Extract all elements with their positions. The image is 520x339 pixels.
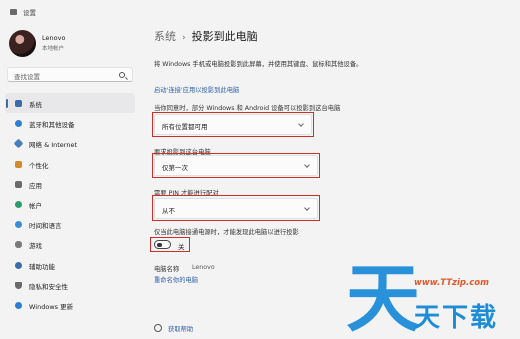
highlight-box bbox=[152, 153, 320, 178]
avatar[interactable] bbox=[9, 30, 36, 57]
sidebar-item-label: 系统 bbox=[29, 101, 42, 109]
pc-name-label: 电脑名称 bbox=[154, 266, 180, 273]
main-content: 系统 › 投影到此电脑 将 Windows 手机或电脑投影到此屏幕，并使用其键盘、鼠… bbox=[140, 22, 520, 339]
sidebar-item-label: 辅助功能 bbox=[29, 262, 55, 271]
rename-pc-link[interactable]: 重命名你的电脑 bbox=[154, 275, 198, 284]
breadcrumb: 系统 › 投影到此电脑 bbox=[154, 28, 258, 44]
apps-icon bbox=[15, 180, 22, 188]
brush-icon bbox=[15, 160, 22, 168]
search-icon[interactable] bbox=[119, 72, 125, 78]
bluetooth-icon bbox=[15, 120, 22, 128]
sidebar-item-gaming[interactable]: 游戏 bbox=[5, 234, 135, 254]
search-placeholder: 查找设置 bbox=[14, 73, 40, 81]
watermark-url: www.TTzip.com bbox=[414, 278, 489, 288]
sidebar-item-privacy[interactable]: 隐私和安全性 bbox=[5, 275, 135, 295]
sidebar-item-apps[interactable]: 应用 bbox=[5, 174, 135, 194]
power-discovery-label: 仅当此电脑接通电源时，才能发现此电脑以进行投影 bbox=[154, 229, 299, 236]
network-icon bbox=[13, 138, 24, 149]
watermark-text: 天下载 bbox=[414, 303, 499, 333]
gamepad-icon bbox=[15, 241, 22, 249]
sidebar: Lenovo 本地帐户 查找设置 系统 蓝牙和其他设备 网络 & Interne… bbox=[0, 22, 140, 339]
help-icon bbox=[154, 324, 162, 332]
sidebar-item-accounts[interactable]: 帐户 bbox=[5, 194, 135, 214]
sidebar-item-label: 游戏 bbox=[29, 242, 42, 251]
accessibility-icon bbox=[15, 261, 22, 269]
highlight-box bbox=[152, 195, 320, 221]
sidebar-item-personalization[interactable]: 个性化 bbox=[5, 154, 135, 174]
person-icon bbox=[15, 200, 22, 208]
breadcrumb-parent[interactable]: 系统 bbox=[154, 30, 176, 43]
highlight-box bbox=[152, 112, 314, 137]
shield-icon bbox=[15, 281, 22, 289]
page-title: 投影到此电脑 bbox=[191, 30, 258, 43]
update-icon bbox=[15, 301, 22, 309]
search-input[interactable]: 查找设置 bbox=[7, 67, 133, 82]
watermark-logo: 天 bbox=[346, 256, 420, 339]
pc-name-value: Lenovo bbox=[192, 264, 215, 271]
sidebar-item-label: 应用 bbox=[29, 181, 42, 190]
sidebar-item-accessibility[interactable]: 辅助功能 bbox=[5, 255, 135, 275]
sidebar-item-network[interactable]: 网络 & Internet bbox=[5, 133, 135, 153]
sidebar-item-bluetooth[interactable]: 蓝牙和其他设备 bbox=[5, 113, 135, 133]
title-bar: 设置 bbox=[0, 0, 520, 22]
sidebar-item-label: 个性化 bbox=[29, 161, 49, 170]
breadcrumb-separator: › bbox=[182, 33, 186, 43]
sidebar-item-label: 时间和语言 bbox=[29, 222, 62, 231]
monitor-icon bbox=[15, 100, 22, 107]
window-title: 设置 bbox=[23, 9, 36, 17]
sidebar-item-system[interactable]: 系统 bbox=[5, 93, 135, 114]
optional-feature-link[interactable]: 启动'连接'应用以投影到此电脑 bbox=[154, 85, 239, 94]
sidebar-item-label: Windows 更新 bbox=[29, 302, 74, 311]
sidebar-item-windows-update[interactable]: Windows 更新 bbox=[5, 295, 135, 315]
sidebar-item-label: 帐户 bbox=[29, 201, 42, 210]
sidebar-item-label: 隐私和安全性 bbox=[29, 282, 68, 291]
sidebar-nav: 系统 蓝牙和其他设备 网络 & Internet 个性化 应用 帐户 时间和语言 bbox=[5, 93, 135, 315]
page-description: 将 Windows 手机或电脑投影到此屏幕，并使用其键盘、鼠标和其他设备。 bbox=[154, 61, 363, 68]
get-help-link[interactable]: 获取帮助 bbox=[168, 324, 193, 333]
globe-clock-icon bbox=[15, 221, 22, 229]
settings-app-icon bbox=[10, 9, 17, 15]
account-type: 本地帐户 bbox=[42, 46, 65, 52]
sidebar-item-time-language[interactable]: 时间和语言 bbox=[5, 214, 135, 234]
user-name: Lenovo bbox=[42, 34, 66, 42]
discoverability-label: 当你同意时，部分 Windows 和 Android 设备可以投影到这台电脑 bbox=[154, 105, 341, 112]
highlight-box bbox=[150, 237, 190, 252]
sidebar-item-label: 网络 & Internet bbox=[29, 141, 78, 150]
sidebar-item-label: 蓝牙和其他设备 bbox=[29, 121, 75, 130]
